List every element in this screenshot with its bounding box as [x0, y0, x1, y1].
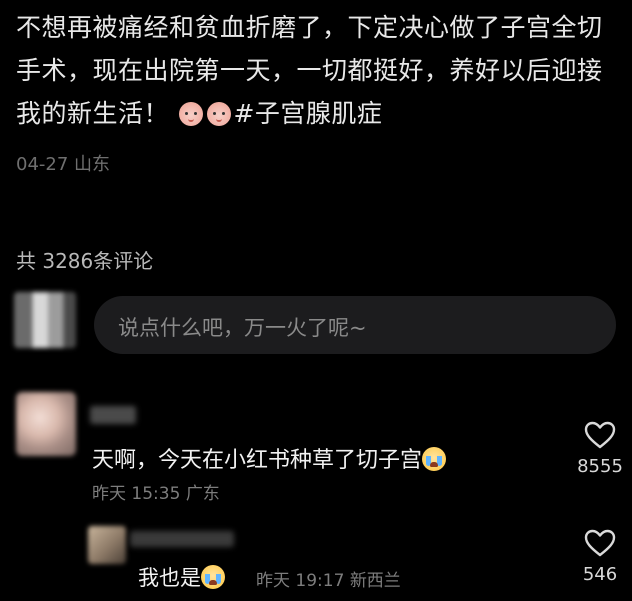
heart-outline-icon[interactable] — [583, 528, 617, 558]
post-date: 04-27 — [16, 154, 69, 175]
like-button[interactable]: 546 — [570, 528, 630, 585]
comment-text-content: 天啊，今天在小红书种草了切子宫 — [92, 448, 423, 473]
comment-input[interactable]: 说点什么吧，万一火了呢~ — [94, 296, 616, 354]
reply-avatar[interactable] — [88, 526, 126, 564]
smile-emoji-icon — [179, 102, 204, 126]
crying-emoji-icon — [201, 565, 225, 589]
comment-avatar[interactable] — [16, 392, 76, 456]
post-location: 山东 — [74, 154, 111, 175]
comment-count: 共 3286条评论 — [16, 249, 154, 273]
like-count: 546 — [582, 564, 618, 585]
reply-location: 新西兰 — [349, 571, 401, 591]
reply-text[interactable]: 我也是 — [138, 562, 225, 592]
post-meta: 04-27 山东 — [16, 150, 110, 176]
current-user-avatar — [14, 292, 76, 348]
comment-time: 昨天 15:35 — [92, 484, 181, 504]
reply-text-content: 我也是 — [138, 566, 201, 590]
comment-input-placeholder: 说点什么吧，万一火了呢~ — [118, 316, 367, 340]
comment-location: 广东 — [185, 484, 220, 504]
comment-text[interactable]: 天啊，今天在小红书种草了切子宫 — [92, 442, 447, 474]
like-button[interactable]: 8555 — [570, 420, 630, 477]
comment-meta: 昨天 15:35 广东 — [92, 479, 220, 504]
comment-username-blurred[interactable] — [90, 406, 136, 424]
post-text: 不想再被痛经和贫血折磨了，下定决心做了子宫全切手术，现在出院第一天，一切都挺好，… — [16, 6, 620, 135]
reply-time: 昨天 19:17 — [256, 571, 345, 591]
reply-meta: 昨天 19:17 新西兰 — [256, 566, 401, 591]
crying-emoji-icon — [422, 447, 447, 471]
reply-username-blurred[interactable] — [130, 531, 234, 547]
like-count: 8555 — [577, 456, 623, 477]
hashtag-link[interactable]: #子宫腺肌症 — [233, 99, 382, 128]
smile-emoji-icon — [207, 102, 232, 126]
heart-outline-icon[interactable] — [583, 420, 617, 450]
